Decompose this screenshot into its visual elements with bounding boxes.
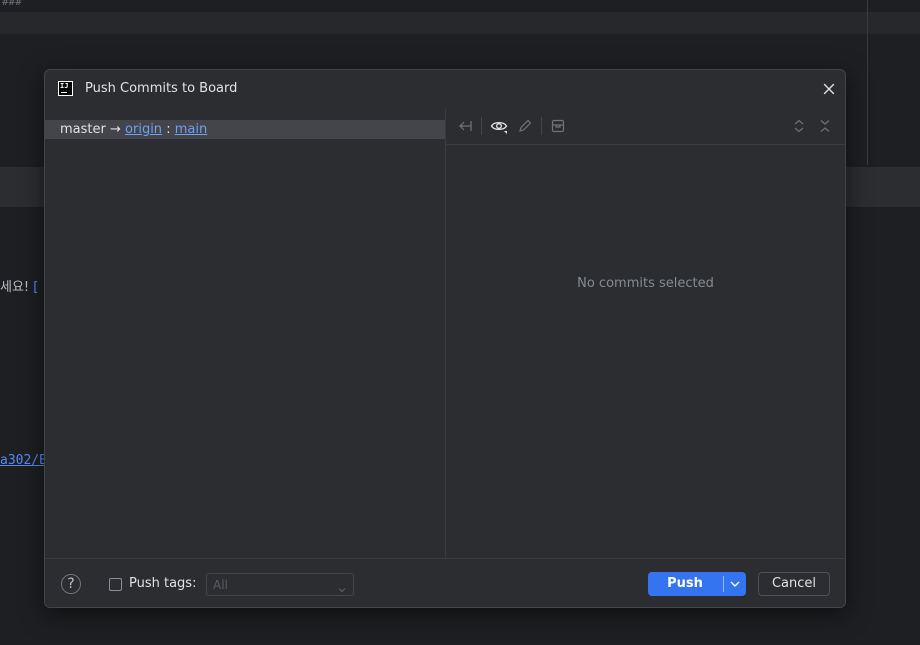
dialog-titlebar[interactable]: IJ Push Commits to Board (45, 70, 845, 108)
editor-right-margin (867, 0, 868, 165)
branch-separator: : (166, 122, 171, 137)
editor-text: 세요! (0, 280, 30, 295)
push-tags-select-value: All (213, 578, 228, 592)
push-tags-checkbox[interactable] (109, 578, 122, 591)
push-tags-label: Push tags: (129, 576, 197, 591)
app-icon-text: IJ (60, 82, 69, 90)
dialog-title: Push Commits to Board (85, 81, 238, 96)
editor-current-line (0, 12, 920, 34)
diff-icon[interactable] (457, 117, 475, 135)
push-tags-select[interactable]: All (206, 573, 354, 596)
toolbar-separator (481, 117, 482, 135)
edit-icon[interactable] (516, 117, 534, 135)
commit-details-pane: No commits selected (446, 108, 845, 558)
empty-state-message: No commits selected (577, 276, 714, 291)
details-toolbar (446, 108, 845, 145)
collapse-icon[interactable] (816, 117, 834, 135)
push-options-dropdown[interactable] (724, 572, 746, 596)
close-icon[interactable] (821, 81, 837, 97)
help-button[interactable]: ? (61, 574, 81, 594)
chevron-down-icon (337, 580, 347, 593)
archive-icon[interactable] (549, 117, 567, 135)
intellij-icon: IJ (58, 81, 73, 96)
target-branch-link[interactable]: main (175, 122, 207, 137)
branch-arrow: → (109, 122, 121, 137)
cancel-button[interactable]: Cancel (758, 572, 830, 596)
push-button-label: Push (667, 576, 703, 591)
editor-top-line (0, 0, 920, 12)
expand-icon[interactable] (790, 117, 808, 135)
remote-link[interactable]: origin (125, 122, 162, 137)
local-branch: master (60, 122, 106, 137)
eye-icon[interactable] (490, 117, 508, 135)
branch-tree-pane: master → origin : main (45, 108, 445, 558)
editor-heading-marker: ### (2, 0, 22, 8)
push-commits-dialog: IJ Push Commits to Board master → origin… (44, 69, 846, 608)
toolbar-separator (541, 117, 542, 135)
branch-row[interactable]: master → origin : main (45, 120, 445, 139)
editor-text-line: 세요! [ (0, 276, 38, 295)
push-button[interactable]: Push (648, 572, 746, 596)
editor-link[interactable]: [ (33, 280, 38, 295)
dialog-footer: ? Push tags: All Push Cancel (45, 558, 845, 607)
